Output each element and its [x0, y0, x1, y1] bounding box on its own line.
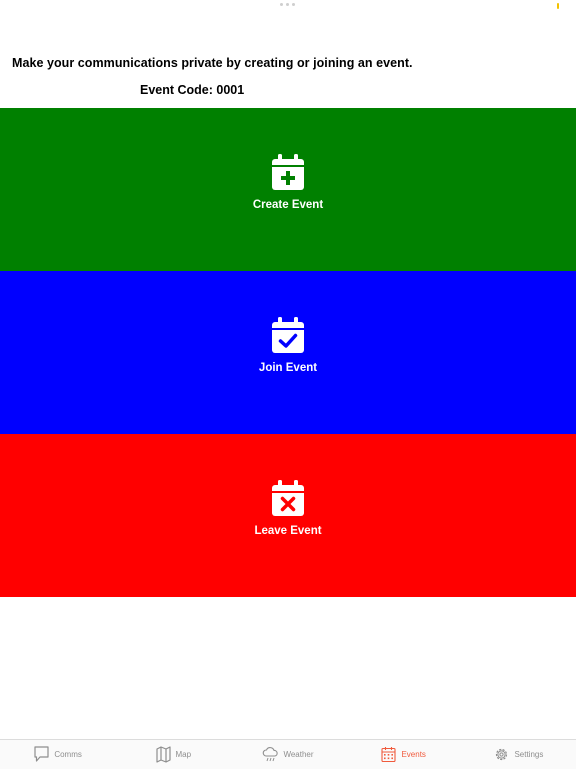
event-code-label: Event Code: 0001	[140, 83, 245, 97]
calendar-x-icon	[272, 480, 304, 516]
tab-comms[interactable]: Comms	[0, 740, 115, 769]
tab-map[interactable]: Map	[115, 740, 230, 769]
instructions-text: Make your communications private by crea…	[12, 56, 413, 70]
tab-bar: Comms Map Weather Events Settings	[0, 739, 576, 769]
join-event-label: Join Event	[258, 362, 318, 374]
create-event-label: Create Event	[252, 199, 324, 211]
join-event-button[interactable]: Join Event	[0, 271, 576, 434]
cloud-rain-icon	[263, 747, 279, 762]
multitasking-dots[interactable]	[280, 3, 296, 7]
status-bar	[0, 0, 576, 14]
calendar-plus-icon	[272, 154, 304, 190]
tab-comms-label: Comms	[54, 750, 82, 759]
tab-weather-label: Weather	[283, 750, 314, 759]
map-icon	[155, 746, 171, 763]
tab-weather[interactable]: Weather	[230, 740, 345, 769]
tab-settings-label: Settings	[514, 750, 544, 759]
calendar-icon	[381, 747, 397, 763]
create-event-button[interactable]: Create Event	[0, 108, 576, 271]
tab-events[interactable]: Events	[346, 740, 461, 769]
gear-icon	[496, 748, 508, 761]
calendar-check-icon	[272, 317, 304, 353]
tab-map-label: Map	[175, 750, 192, 759]
leave-event-button[interactable]: Leave Event	[0, 434, 576, 597]
battery-icon	[557, 3, 559, 9]
chat-bubble-icon	[34, 746, 49, 762]
leave-event-label: Leave Event	[254, 525, 322, 537]
tab-events-label: Events	[401, 750, 426, 759]
tab-settings[interactable]: Settings	[461, 740, 576, 769]
